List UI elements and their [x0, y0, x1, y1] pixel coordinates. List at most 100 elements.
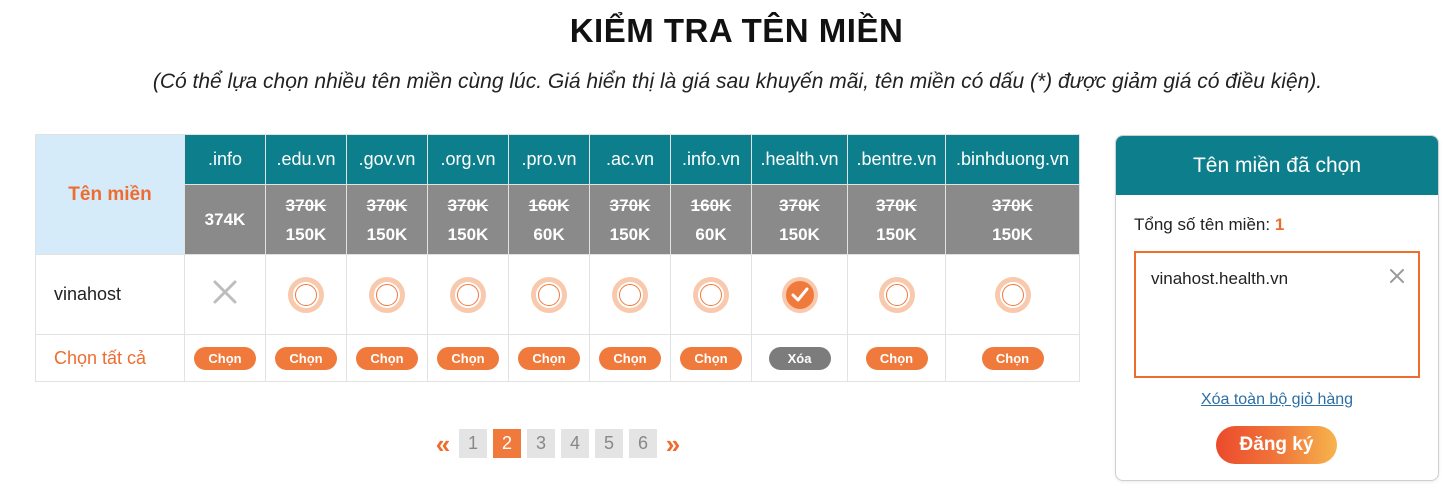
select-button[interactable]: Chọn: [275, 346, 337, 370]
radio-circle-icon[interactable]: [693, 276, 729, 313]
domain-column-header: Tên miền: [35, 134, 185, 255]
select-button-cell: Chọn: [427, 334, 509, 382]
page-number[interactable]: 4: [561, 429, 589, 458]
select-button[interactable]: Chọn: [680, 346, 742, 370]
select-button-cell: Chọn: [589, 334, 671, 382]
close-icon[interactable]: [1388, 267, 1406, 290]
select-button[interactable]: Chọn: [356, 346, 418, 370]
select-all-label[interactable]: Chọn tất cả: [35, 334, 185, 382]
extension-header: .pro.vn: [508, 134, 590, 185]
radio-circle-icon[interactable]: [450, 276, 486, 313]
price-cell: 160K 60K: [670, 184, 752, 255]
domain-row: vinahost: [35, 254, 1080, 335]
price-cell: 370K 150K: [945, 184, 1080, 255]
extension-header: .ac.vn: [589, 134, 671, 185]
domain-option-cell[interactable]: [751, 254, 848, 335]
page-number[interactable]: 6: [629, 429, 657, 458]
page-number[interactable]: 2: [493, 429, 521, 458]
select-button-cell: Chọn: [670, 334, 752, 382]
price-cell: 370K 150K: [751, 184, 848, 255]
page-numbers: 123456: [459, 429, 657, 458]
select-button[interactable]: Chọn: [865, 346, 928, 370]
sale-price: 150K: [447, 224, 489, 244]
page-number[interactable]: 5: [595, 429, 623, 458]
extension-header: .org.vn: [427, 134, 509, 185]
x-mark-icon: [211, 278, 239, 311]
sale-price: 150K: [285, 224, 327, 244]
price-cell: 160K 60K: [508, 184, 590, 255]
select-button[interactable]: Chọn: [599, 346, 661, 370]
checkmark-circle-icon[interactable]: [781, 276, 818, 313]
extension-header: .edu.vn: [265, 134, 347, 185]
remove-button[interactable]: Xóa: [768, 346, 831, 370]
select-button-cell: Chọn: [265, 334, 347, 382]
old-price: 370K: [447, 195, 489, 215]
radio-circle-icon[interactable]: [288, 276, 324, 313]
cart-count: Tổng số tên miền: 1: [1134, 215, 1284, 235]
pagination: « 123456 »: [433, 429, 683, 458]
cart-items-box: vinahost.health.vn: [1134, 251, 1420, 378]
domain-option-cell[interactable]: [589, 254, 671, 335]
select-button[interactable]: Chọn: [194, 346, 256, 370]
radio-circle-icon[interactable]: [531, 276, 567, 313]
sale-price: 150K: [992, 224, 1033, 244]
selected-domains-panel: Tên miền đã chọn Tổng số tên miền: 1 vin…: [1115, 135, 1439, 481]
prev-page-arrow[interactable]: «: [433, 430, 453, 458]
select-button[interactable]: Chọn: [518, 346, 580, 370]
extension-header: .gov.vn: [346, 134, 428, 185]
domain-option-cell[interactable]: [427, 254, 509, 335]
domain-option-cell[interactable]: [265, 254, 347, 335]
price-cell: 370K 150K: [847, 184, 946, 255]
domain-option-cell[interactable]: [847, 254, 946, 335]
page-number[interactable]: 1: [459, 429, 487, 458]
price-cell: 370K 150K: [589, 184, 671, 255]
extension-header: .binhduong.vn: [945, 134, 1080, 185]
radio-circle-icon[interactable]: [612, 276, 648, 313]
domain-option-cell[interactable]: [508, 254, 590, 335]
select-button-cell: Chọn: [346, 334, 428, 382]
sale-price: 150K: [366, 224, 408, 244]
old-price: 370K: [779, 195, 820, 215]
select-button-cell: Chọn: [508, 334, 590, 382]
domain-option-cell[interactable]: [670, 254, 752, 335]
select-button[interactable]: Chọn: [437, 346, 499, 370]
price-cell: 370K 150K: [265, 184, 347, 255]
domain-table: Tên miền .info .edu.vn .gov.vn .org.vn .pro.…: [35, 134, 1080, 382]
select-button-cell: Chọn: [847, 334, 946, 382]
select-button-cell: Chọn: [184, 334, 266, 382]
price-cell: 374K: [184, 184, 266, 255]
old-price: 370K: [366, 195, 408, 215]
extension-header: .bentre.vn: [847, 134, 946, 185]
cart-title: Tên miền đã chọn: [1116, 136, 1438, 195]
sale-price: 374K: [204, 210, 246, 229]
cart-count-label: Tổng số tên miền:: [1134, 215, 1271, 234]
next-page-arrow[interactable]: »: [663, 430, 683, 458]
old-price: 370K: [876, 195, 917, 215]
cart-count-value: 1: [1274, 215, 1285, 234]
clear-cart-link[interactable]: Xóa toàn bộ giỏ hàng: [1116, 391, 1438, 409]
old-price: 370K: [285, 195, 327, 215]
old-price: 160K: [690, 195, 732, 215]
select-button-cell: Xóa: [751, 334, 848, 382]
domain-option-cell[interactable]: [945, 254, 1080, 335]
page-subtitle: (Có thể lựa chọn nhiều tên miền cùng lúc…: [152, 70, 1323, 93]
domain-name: vinahost: [35, 254, 185, 335]
old-price: 370K: [992, 195, 1033, 215]
price-row: 374K 370K 150K 370K 150K 370K 150K 160K 60K 370K 1…: [36, 184, 1080, 255]
domain-option-cell[interactable]: [346, 254, 428, 335]
radio-circle-icon[interactable]: [369, 276, 405, 313]
sale-price: 150K: [779, 224, 820, 244]
sale-price: 60K: [695, 224, 727, 244]
page-number[interactable]: 3: [527, 429, 555, 458]
sale-price: 150K: [609, 224, 651, 244]
extension-header: .info: [184, 134, 266, 185]
select-button-cell: Chọn: [945, 334, 1080, 382]
register-button[interactable]: Đăng ký: [1216, 426, 1337, 464]
radio-circle-icon[interactable]: [878, 276, 915, 313]
domain-option-cell: [184, 254, 266, 335]
extension-header: .health.vn: [751, 134, 848, 185]
domain-check-page: KIỂM TRA TÊN MIỀN (Có thể lựa chọn nhiều…: [0, 0, 1443, 499]
radio-circle-icon[interactable]: [994, 276, 1031, 313]
cart-item: vinahost.health.vn: [1151, 269, 1289, 288]
select-button[interactable]: Chọn: [981, 346, 1044, 370]
